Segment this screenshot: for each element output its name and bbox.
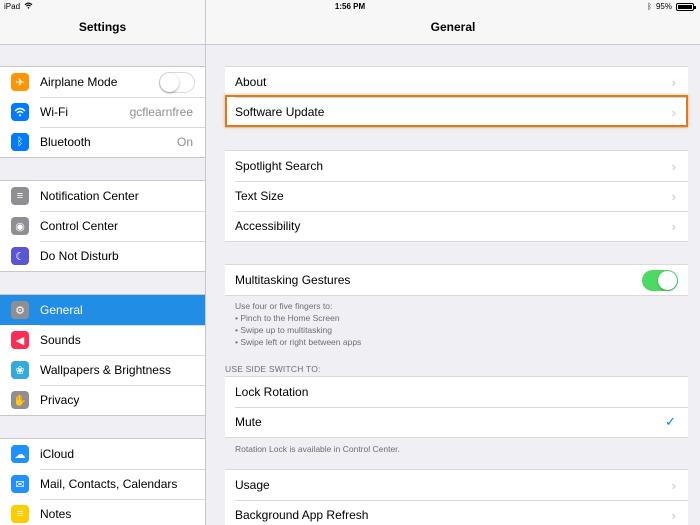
airplane-icon: ✈ [11, 73, 29, 91]
settings-item-label: Wi-Fi [40, 105, 68, 119]
settings-item-label: Sounds [40, 333, 81, 347]
chevron-right-icon: › [671, 507, 676, 523]
settings-item-icloud[interactable]: ☁ iCloud [0, 439, 205, 469]
chevron-right-icon: › [671, 74, 676, 90]
settings-item-label: Notes [40, 507, 72, 521]
side-switch-option-lock-rotation[interactable]: Lock Rotation [225, 377, 688, 407]
general-item-multitasking-gestures[interactable]: Multitasking Gestures [225, 265, 688, 295]
footnote-line: Use four or five fingers to: [235, 301, 333, 311]
gear-icon: ⚙ [11, 301, 29, 319]
general-item-background-app-refresh[interactable]: Background App Refresh › [225, 500, 688, 525]
settings-item-label: Do Not Disturb [40, 249, 119, 263]
settings-item-general[interactable]: ⚙ General [0, 295, 205, 325]
settings-item-label: General [40, 303, 83, 317]
general-item-label: About [235, 75, 267, 89]
multitasking-gestures-toggle[interactable] [642, 269, 678, 291]
settings-item-mail-contacts-calendars[interactable]: ✉ Mail, Contacts, Calendars [0, 469, 205, 499]
moon-icon: ☾ [11, 247, 29, 265]
side-switch-option-label: Mute [235, 415, 262, 429]
settings-item-sounds[interactable]: ◀ Sounds [0, 325, 205, 355]
settings-item-label: Privacy [40, 393, 80, 407]
settings-item-control-center[interactable]: ◉ Control Center [0, 211, 205, 241]
settings-group-connectivity: ✈ Airplane Mode Wi-Fi gcflearnfree ᛒ Blu… [0, 66, 205, 158]
settings-group-notifications: ≡ Notification Center ◉ Control Center ☾… [0, 180, 205, 272]
general-item-label: Text Size [235, 189, 284, 203]
settings-group-accounts: ☁ iCloud ✉ Mail, Contacts, Calendars ≡ N… [0, 438, 205, 525]
general-group-usage: Usage › Background App Refresh › [225, 469, 688, 525]
general-item-label: Background App Refresh [235, 508, 369, 522]
general-group-side-switch: Lock Rotation Mute ✓ [225, 376, 688, 438]
settings-item-label: Mail, Contacts, Calendars [40, 477, 178, 491]
wifi-network-value: gcflearnfree [129, 105, 193, 119]
cloud-icon: ☁ [11, 445, 29, 463]
settings-item-notes[interactable]: ≡ Notes [0, 499, 205, 525]
general-group-about: About › Software Update › [225, 66, 688, 128]
chevron-right-icon: › [671, 188, 676, 204]
airplane-mode-toggle[interactable] [159, 71, 195, 93]
settings-item-privacy[interactable]: ✋ Privacy [0, 385, 205, 415]
notification-center-icon: ≡ [11, 187, 29, 205]
chevron-right-icon: › [671, 104, 676, 120]
general-item-label: Multitasking Gestures [235, 273, 351, 287]
flower-icon: ❀ [11, 361, 29, 379]
settings-group-general: ⚙ General ◀ Sounds ❀ Wallpapers & Bright… [0, 294, 205, 416]
bluetooth-icon: ᛒ [11, 133, 29, 151]
footnote-line: • Swipe up to multitasking [235, 325, 332, 335]
chevron-right-icon: › [671, 218, 676, 234]
general-item-accessibility[interactable]: Accessibility › [225, 211, 688, 241]
general-item-spotlight-search[interactable]: Spotlight Search › [225, 151, 688, 181]
general-item-label: Usage [235, 478, 270, 492]
general-item-label: Spotlight Search [235, 159, 324, 173]
general-item-label: Accessibility [235, 219, 301, 233]
side-switch-option-mute[interactable]: Mute ✓ [225, 407, 688, 437]
battery-percent: 95% [655, 2, 672, 11]
side-switch-option-label: Lock Rotation [235, 385, 309, 399]
status-bar: iPad 1:56 PM ᛒ 95% [0, 0, 700, 14]
detail-title: General [430, 20, 476, 34]
general-item-label: Software Update [235, 105, 325, 119]
general-item-text-size[interactable]: Text Size › [225, 181, 688, 211]
footnote-line: • Pinch to the Home Screen [235, 313, 340, 323]
settings-item-notification-center[interactable]: ≡ Notification Center [0, 181, 205, 211]
settings-item-label: Control Center [40, 219, 119, 233]
general-item-about[interactable]: About › [225, 67, 688, 97]
status-bar-right: ᛒ 95% [647, 2, 696, 11]
mail-icon: ✉ [11, 475, 29, 493]
master-title: Settings [78, 20, 127, 34]
general-group-search-text: Spotlight Search › Text Size › Accessibi… [225, 150, 688, 242]
chevron-right-icon: › [671, 158, 676, 174]
bluetooth-status-icon: ᛒ [647, 2, 652, 11]
battery-icon [676, 2, 696, 11]
settings-item-label: iCloud [40, 447, 75, 461]
settings-item-label: Wallpapers & Brightness [40, 363, 171, 377]
control-center-icon: ◉ [11, 217, 29, 235]
checkmark-icon: ✓ [665, 414, 676, 429]
status-time: 1:56 PM [334, 2, 366, 11]
bluetooth-status-value: On [176, 135, 193, 149]
detail-pane: General About › Software Update › Spotli… [206, 0, 700, 525]
settings-item-wallpapers-brightness[interactable]: ❀ Wallpapers & Brightness [0, 355, 205, 385]
settings-item-label: Bluetooth [40, 135, 91, 149]
multitasking-footnote: Use four or five fingers to: • Pinch to … [235, 300, 361, 348]
wifi-icon [11, 103, 29, 121]
settings-item-label: Notification Center [40, 189, 139, 203]
general-item-software-update[interactable]: Software Update › [225, 97, 688, 127]
notes-icon: ≡ [11, 505, 29, 523]
settings-item-airplane-mode[interactable]: ✈ Airplane Mode [0, 67, 205, 97]
general-item-usage[interactable]: Usage › [225, 470, 688, 500]
settings-item-bluetooth[interactable]: ᛒ Bluetooth On [0, 127, 205, 157]
speaker-icon: ◀ [11, 331, 29, 349]
settings-item-wifi[interactable]: Wi-Fi gcflearnfree [0, 97, 205, 127]
general-group-multitasking: Multitasking Gestures [225, 264, 688, 296]
master-pane: Settings ✈ Airplane Mode Wi-Fi gcflearnf… [0, 0, 206, 525]
settings-item-do-not-disturb[interactable]: ☾ Do Not Disturb [0, 241, 205, 271]
side-switch-header: USE SIDE SWITCH TO: [225, 364, 321, 374]
side-switch-footnote: Rotation Lock is available in Control Ce… [235, 444, 400, 454]
footnote-line: • Swipe left or right between apps [235, 337, 362, 347]
chevron-right-icon: › [671, 477, 676, 493]
hand-icon: ✋ [11, 391, 29, 409]
settings-item-label: Airplane Mode [40, 75, 118, 89]
